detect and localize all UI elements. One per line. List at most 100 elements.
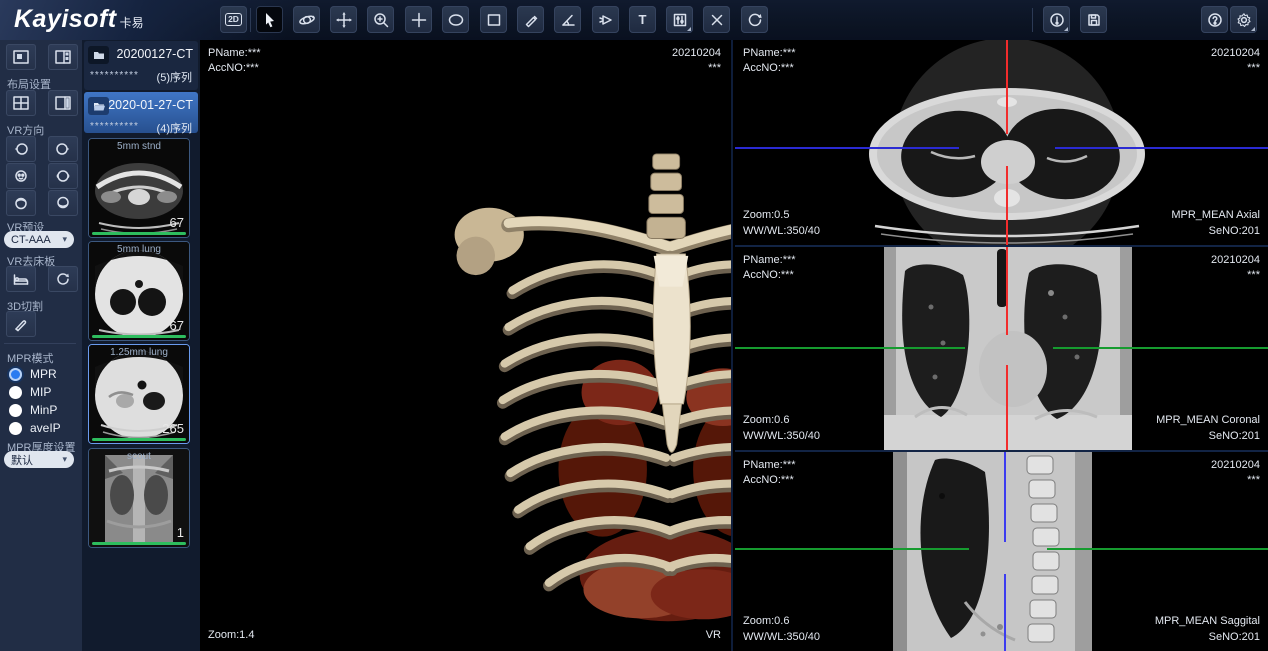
info-button[interactable] — [1043, 6, 1070, 33]
mpr-thickness-value: 默认 — [11, 452, 62, 468]
remove-bed-button[interactable] — [6, 266, 36, 292]
sagittal-crosshair-vertical[interactable] — [1004, 452, 1006, 542]
pointer-button[interactable] — [256, 6, 283, 33]
vr-mode-label: VR — [706, 628, 721, 643]
axial-series-no: SeNO:201 — [1209, 224, 1260, 239]
cut3d-knife-button[interactable] — [6, 311, 36, 337]
mpr-mode-radio-mip[interactable]: MIP — [9, 385, 51, 399]
axial-masked-value: *** — [1247, 61, 1260, 76]
mpr-sagittal-viewport[interactable]: PName:*** AccNO:*** 20210204 *** Zoom:0.… — [735, 452, 1268, 651]
vr-viewport[interactable]: PName:*** AccNO:*** 20210204 *** Zoom:1.… — [200, 40, 733, 651]
vr-face-back-button[interactable] — [48, 163, 78, 189]
ellipse-roi-button[interactable] — [442, 6, 469, 33]
study-item-1[interactable]: 20200127-CT ********** (5)序列 — [84, 41, 198, 90]
thumbnail-image-number: 265 — [162, 421, 184, 436]
pan-button[interactable] — [330, 6, 357, 33]
chevron-down-icon: ▾ — [62, 454, 67, 465]
series-thumbnail-5mm-stnd[interactable]: 5mm stnd 67 — [88, 138, 190, 238]
crosshair-button[interactable] — [405, 6, 432, 33]
scout-thumbnail-image — [89, 449, 189, 547]
sagittal-crosshair-horizontal[interactable] — [735, 548, 969, 550]
face-back-icon — [54, 168, 72, 184]
zoom-button[interactable] — [367, 6, 394, 33]
folder-tile — [88, 46, 109, 64]
coronal-study-date: 20210204 — [1211, 253, 1260, 268]
coronal-series-no: SeNO:201 — [1209, 429, 1260, 444]
axial-crosshair-vertical[interactable] — [1006, 40, 1008, 134]
layout-grid-icon — [12, 95, 30, 111]
dropdown-notch — [1251, 27, 1255, 31]
thumbnail-label: 5mm stnd — [89, 141, 189, 152]
rect-roi-button[interactable] — [480, 6, 507, 33]
bed-reset-button[interactable] — [48, 266, 78, 292]
text-annotation-button[interactable]: T — [629, 6, 656, 33]
vr-preset-dropdown[interactable]: CT-AAA ▾ — [4, 231, 74, 248]
mpr-coronal-viewport[interactable]: PName:*** AccNO:*** 20210204 *** Zoom:0.… — [735, 247, 1268, 450]
window-level-button[interactable] — [666, 6, 693, 33]
radio-label: aveIP — [30, 421, 61, 435]
vr-head-left-button[interactable] — [6, 136, 36, 162]
layout-grid-button[interactable] — [6, 90, 36, 116]
coronal-crosshair-horizontal[interactable] — [735, 347, 965, 349]
toolbar-separator — [1032, 8, 1033, 32]
reset-button[interactable] — [741, 6, 768, 33]
reset-circle-icon — [54, 271, 72, 287]
radio-icon — [9, 404, 22, 417]
probe-button[interactable] — [592, 6, 619, 33]
vr-face-front-button[interactable] — [6, 163, 36, 189]
layout-stack-button[interactable] — [48, 44, 78, 70]
axial-study-date: 20210204 — [1211, 46, 1260, 61]
thumbnail-image-number: 67 — [170, 318, 184, 333]
mpr-mode-radio-minp[interactable]: MinP — [9, 403, 57, 417]
top-toolbar: Kayisoft 卡易 2D — [0, 0, 1268, 40]
save-button[interactable] — [1080, 6, 1107, 33]
axial-crosshair-vertical[interactable] — [1006, 166, 1008, 245]
sagittal-crosshair-vertical[interactable] — [1004, 574, 1006, 651]
delete-annotation-button[interactable] — [703, 6, 730, 33]
sagittal-accession-no: AccNO:*** — [743, 473, 794, 488]
app-logo-text: Kayisoft — [14, 5, 117, 34]
layout-stack-icon — [54, 49, 72, 65]
mpr-thickness-dropdown[interactable]: 默认 ▾ — [4, 451, 74, 468]
axial-crosshair-horizontal[interactable] — [735, 147, 959, 149]
vr-head-top-button[interactable] — [6, 190, 36, 216]
sagittal-view-name: MPR_MEAN Saggital — [1155, 614, 1260, 629]
window-level-icon — [671, 11, 689, 29]
vr-head-right-button[interactable] — [48, 136, 78, 162]
pan-icon — [335, 11, 353, 29]
coronal-crosshair-horizontal[interactable] — [1053, 347, 1268, 349]
text-icon: T — [639, 13, 647, 26]
app-logo-suffix: 卡易 — [120, 14, 144, 31]
sagittal-masked-value: *** — [1247, 473, 1260, 488]
series-thumbnail-5mm-lung[interactable]: 5mm lung 67 — [88, 241, 190, 341]
mpr-axial-viewport[interactable]: PName:*** AccNO:*** 20210204 *** Zoom:0.… — [735, 40, 1268, 245]
measure-angle-button[interactable] — [554, 6, 581, 33]
reset-icon — [746, 11, 764, 29]
radio-selected-icon — [9, 368, 22, 381]
layout-2d-button[interactable]: 2D — [220, 6, 247, 33]
mpr-mode-radio-aveip[interactable]: aveIP — [9, 421, 61, 435]
sagittal-zoom-value: Zoom:0.6 — [743, 614, 789, 629]
radio-label: MinP — [30, 403, 57, 417]
vr-head-bottom-button[interactable] — [48, 190, 78, 216]
coronal-view-name: MPR_MEAN Coronal — [1156, 413, 1260, 428]
cone-icon — [597, 11, 615, 29]
series-thumbnail-125mm-lung[interactable]: 1.25mm lung 265 — [88, 344, 190, 444]
knife-icon — [12, 316, 30, 332]
series-thumbnail-scout[interactable]: scout 1 — [88, 448, 190, 548]
layout-split-button[interactable] — [48, 90, 78, 116]
measure-line-button[interactable] — [517, 6, 544, 33]
coronal-crosshair-vertical[interactable] — [1006, 247, 1008, 335]
dropdown-notch — [687, 27, 691, 31]
pencil-icon — [522, 11, 540, 29]
mpr-mode-radio-mpr[interactable]: MPR — [9, 367, 57, 381]
coronal-crosshair-vertical[interactable] — [1006, 365, 1008, 450]
sagittal-crosshair-horizontal[interactable] — [1047, 548, 1268, 550]
study-item-2-selected[interactable]: 2020-01-27-CT ********** (4)序列 — [84, 92, 198, 133]
help-button[interactable] — [1201, 6, 1228, 33]
rotate-3d-button[interactable] — [293, 6, 320, 33]
coronal-window-level: WW/WL:350/40 — [743, 429, 820, 444]
layout-single-button[interactable] — [6, 44, 36, 70]
settings-button[interactable] — [1230, 6, 1257, 33]
axial-crosshair-horizontal[interactable] — [1055, 147, 1268, 149]
